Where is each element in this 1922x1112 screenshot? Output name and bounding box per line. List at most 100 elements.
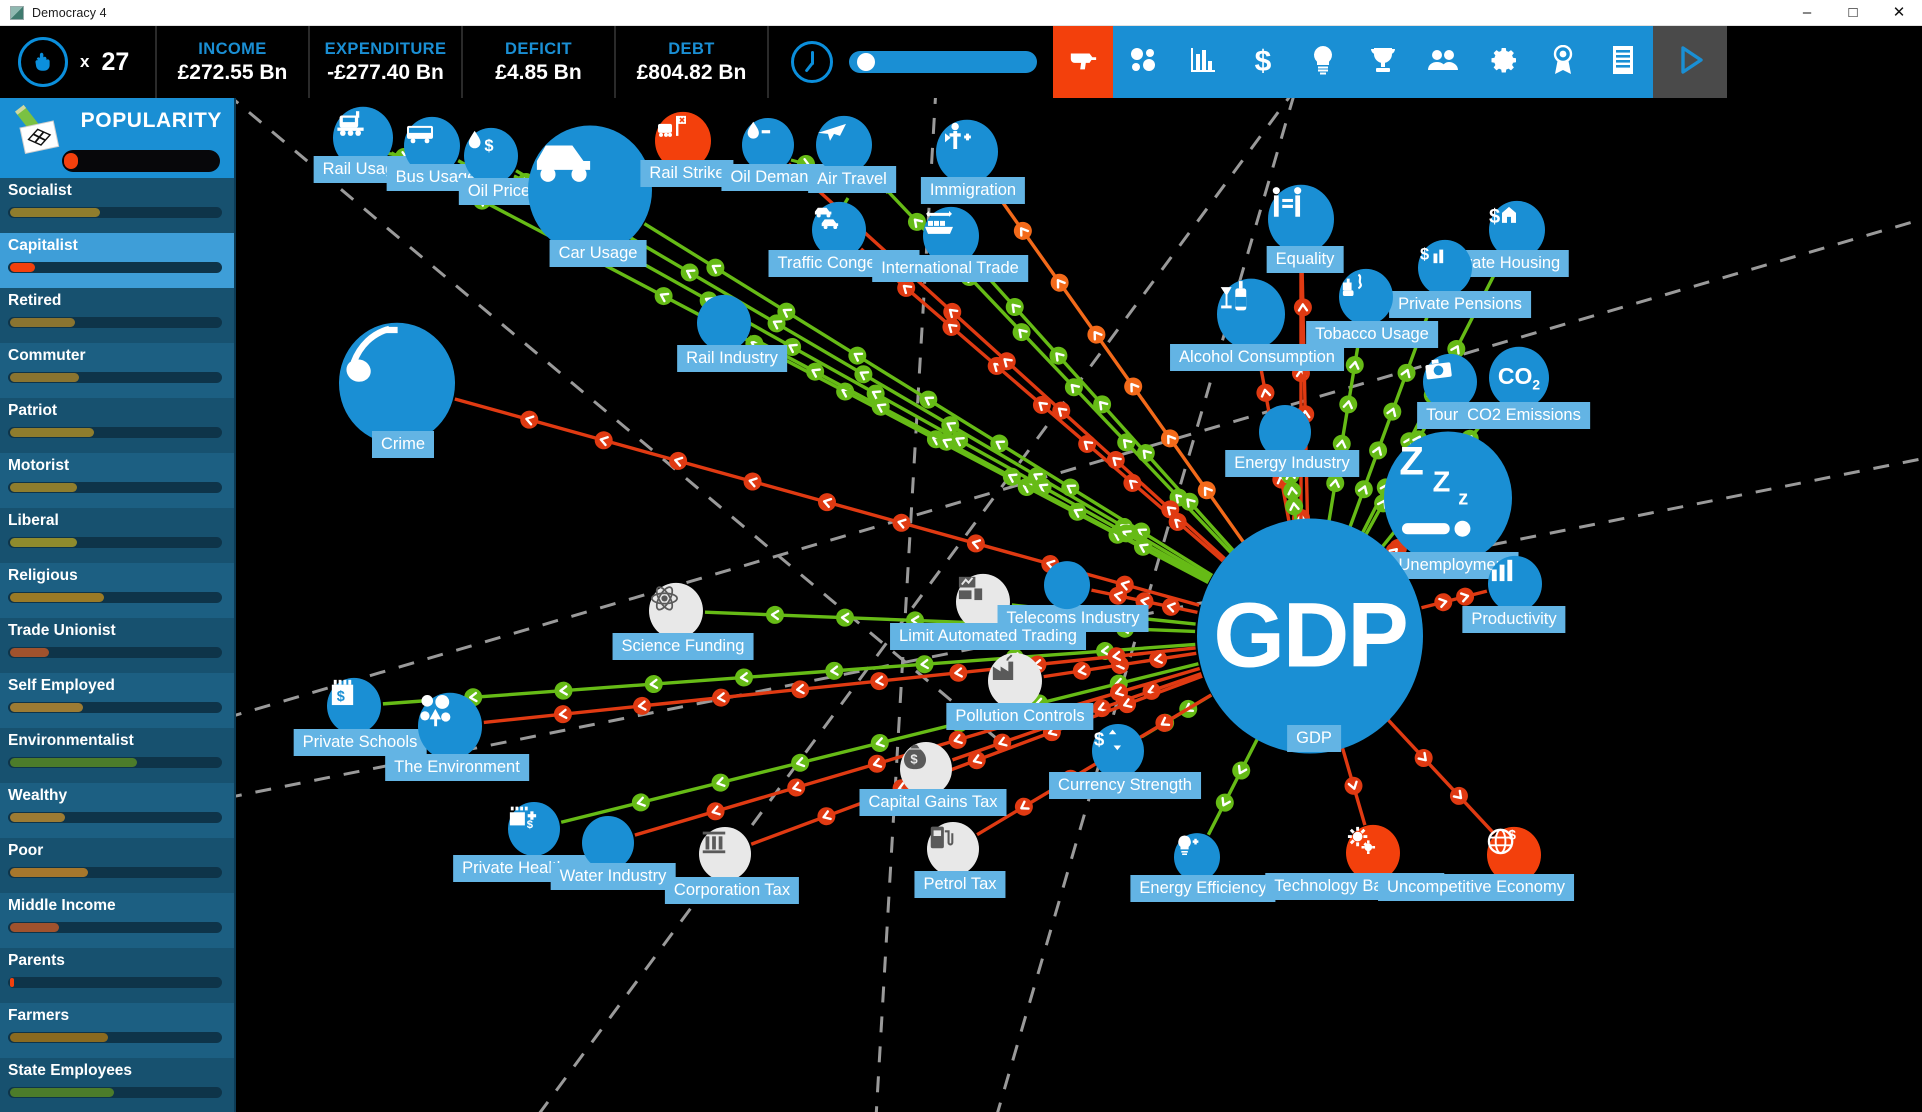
document-icon [1611, 45, 1635, 80]
popularity-group-label: Trade Unionist [8, 622, 116, 639]
popularity-fill [10, 868, 89, 877]
link-arrow-marker [1434, 593, 1453, 612]
graph-node[interactable] [699, 826, 751, 882]
toolbar-next-turn-button[interactable] [1653, 26, 1727, 98]
graph-node-label[interactable]: The Environment [385, 754, 529, 782]
toolbar-ministers-button[interactable] [1413, 26, 1473, 98]
graph-node[interactable]: $ [508, 801, 560, 857]
popularity-row[interactable]: State Employees [0, 1058, 234, 1112]
graph-node-label[interactable]: Rail Strike [640, 160, 734, 188]
graph-node[interactable]: GDP [1197, 518, 1423, 754]
popularity-row[interactable]: Environmentalist [0, 728, 234, 783]
toolbar-finances-button[interactable]: $ [1233, 26, 1293, 98]
graph-node[interactable]: $ [900, 741, 952, 797]
popularity-group-label: Self Employed [8, 677, 115, 694]
graph-node[interactable] [1174, 833, 1220, 881]
graph-node[interactable]: $ [327, 677, 381, 735]
graph-node-label[interactable]: Crime [372, 431, 434, 459]
graph-node[interactable] [988, 652, 1042, 710]
popularity-row[interactable]: Poor [0, 838, 234, 893]
graph-node[interactable] [339, 322, 455, 444]
graph-node-label[interactable]: GDP [1287, 725, 1341, 753]
graph-node[interactable] [418, 692, 482, 760]
popularity-row[interactable]: Religious [0, 563, 234, 618]
popularity-fill [10, 1088, 114, 1097]
graph-node-label[interactable]: Car Usage [549, 240, 647, 268]
graph-node-label[interactable]: Immigration [920, 177, 1026, 205]
minimize-button[interactable]: – [1784, 0, 1830, 26]
graph-node[interactable] [1339, 268, 1393, 326]
popularity-fill [10, 593, 105, 602]
toolbar-policy-ideas-button[interactable] [1293, 26, 1353, 98]
graph-node[interactable] [936, 119, 998, 185]
link-arrow-marker [743, 472, 762, 491]
popularity-track [8, 537, 222, 548]
graph-node-label[interactable]: CO2 Emissions [1458, 402, 1590, 430]
close-button[interactable]: ✕ [1876, 0, 1922, 26]
link-arrow-marker [1339, 395, 1358, 414]
graph-node-label[interactable]: Petrol Tax [914, 871, 1006, 899]
graph-node-label[interactable]: Rail Industry [677, 345, 787, 373]
graph-node-label[interactable]: Energy Industry [1225, 450, 1359, 478]
overall-popularity-meter [62, 150, 220, 172]
trees-icon [418, 692, 482, 760]
toolbar-reports-button[interactable] [1593, 26, 1653, 98]
graph-node-label[interactable]: Science Funding [612, 633, 754, 661]
graph-node-label[interactable]: Corporation Tax [664, 877, 800, 905]
popularity-row[interactable]: Capitalist [0, 233, 234, 288]
graph-node[interactable] [582, 815, 634, 871]
turn-progress-knob[interactable] [857, 53, 876, 71]
graph-node[interactable] [528, 125, 652, 255]
popularity-row[interactable]: Patriot [0, 398, 234, 453]
graph-node[interactable]: $ [464, 127, 518, 185]
toolbar-achievements-button[interactable] [1353, 26, 1413, 98]
popularity-row[interactable]: Farmers [0, 1003, 234, 1058]
graph-node-label[interactable]: Equality [1266, 246, 1344, 274]
toolbar-elections-button[interactable] [1533, 26, 1593, 98]
graph-node-label[interactable]: Uncompetitive Economy [1378, 874, 1574, 902]
graph-node-label[interactable]: Private Pensions [1389, 291, 1531, 319]
graph-node-label[interactable]: Private Schools [293, 729, 427, 757]
popularity-row[interactable]: Self Employed [0, 673, 234, 728]
popularity-group-list[interactable]: Socialist Capitalist Retired Commuter Patrio… [0, 178, 234, 1112]
graph-node-label[interactable]: Capital Gains Tax [859, 789, 1007, 817]
popularity-row[interactable]: Motorist [0, 453, 234, 508]
turn-progress-bar[interactable] [849, 51, 1037, 73]
popularity-fill [10, 703, 83, 712]
graph-node[interactable] [649, 582, 703, 640]
popularity-row[interactable]: Trade Unionist [0, 618, 234, 673]
graph-node[interactable] [697, 294, 751, 352]
popularity-row[interactable]: Parents [0, 948, 234, 1003]
simulation-graph[interactable]: Rail Usage Bus Usage $ Oil Price Car Usage Ra… [236, 98, 1922, 1112]
graph-node[interactable] [1217, 278, 1285, 350]
popularity-row[interactable]: Commuter [0, 343, 234, 398]
toolbar-statistics-button[interactable] [1173, 26, 1233, 98]
toolbar-voter-groups-button[interactable] [1113, 26, 1173, 98]
toolbar-settings-button[interactable] [1473, 26, 1533, 98]
graph-node[interactable]: CO2 [1489, 346, 1549, 410]
popularity-row[interactable]: Retired [0, 288, 234, 343]
graph-node[interactable] [927, 821, 979, 877]
graph-node[interactable] [1044, 561, 1090, 609]
maximize-button[interactable]: □ [1830, 0, 1876, 26]
graph-node[interactable]: $ [1092, 723, 1144, 779]
graph-node[interactable] [1268, 184, 1334, 254]
graph-node-label[interactable]: Air Travel [808, 166, 896, 194]
popularity-row[interactable]: Middle Income [0, 893, 234, 948]
toolbar-crime-alert-button[interactable] [1053, 26, 1113, 98]
graph-node[interactable]: $ [1418, 239, 1472, 297]
link-arrow-marker [1232, 761, 1251, 780]
graph-node-label[interactable]: Alcohol Consumption [1170, 344, 1344, 372]
popularity-row[interactable]: Wealthy [0, 783, 234, 838]
link-arrow-marker [892, 513, 911, 532]
graph-node-label[interactable]: Energy Efficiency [1130, 875, 1276, 903]
graph-node-label[interactable]: Limit Automated Trading [890, 623, 1086, 651]
graph-node[interactable] [1488, 555, 1542, 613]
graph-node-label[interactable]: International Trade [872, 255, 1028, 283]
graph-node-label[interactable]: Currency Strength [1049, 772, 1201, 800]
popularity-row[interactable]: Socialist [0, 178, 234, 233]
popularity-row[interactable]: Liberal [0, 508, 234, 563]
graph-node-label[interactable]: Pollution Controls [946, 703, 1094, 731]
graph-node-label[interactable]: Productivity [1462, 606, 1566, 634]
graph-node-label[interactable]: Water Industry [550, 863, 676, 891]
